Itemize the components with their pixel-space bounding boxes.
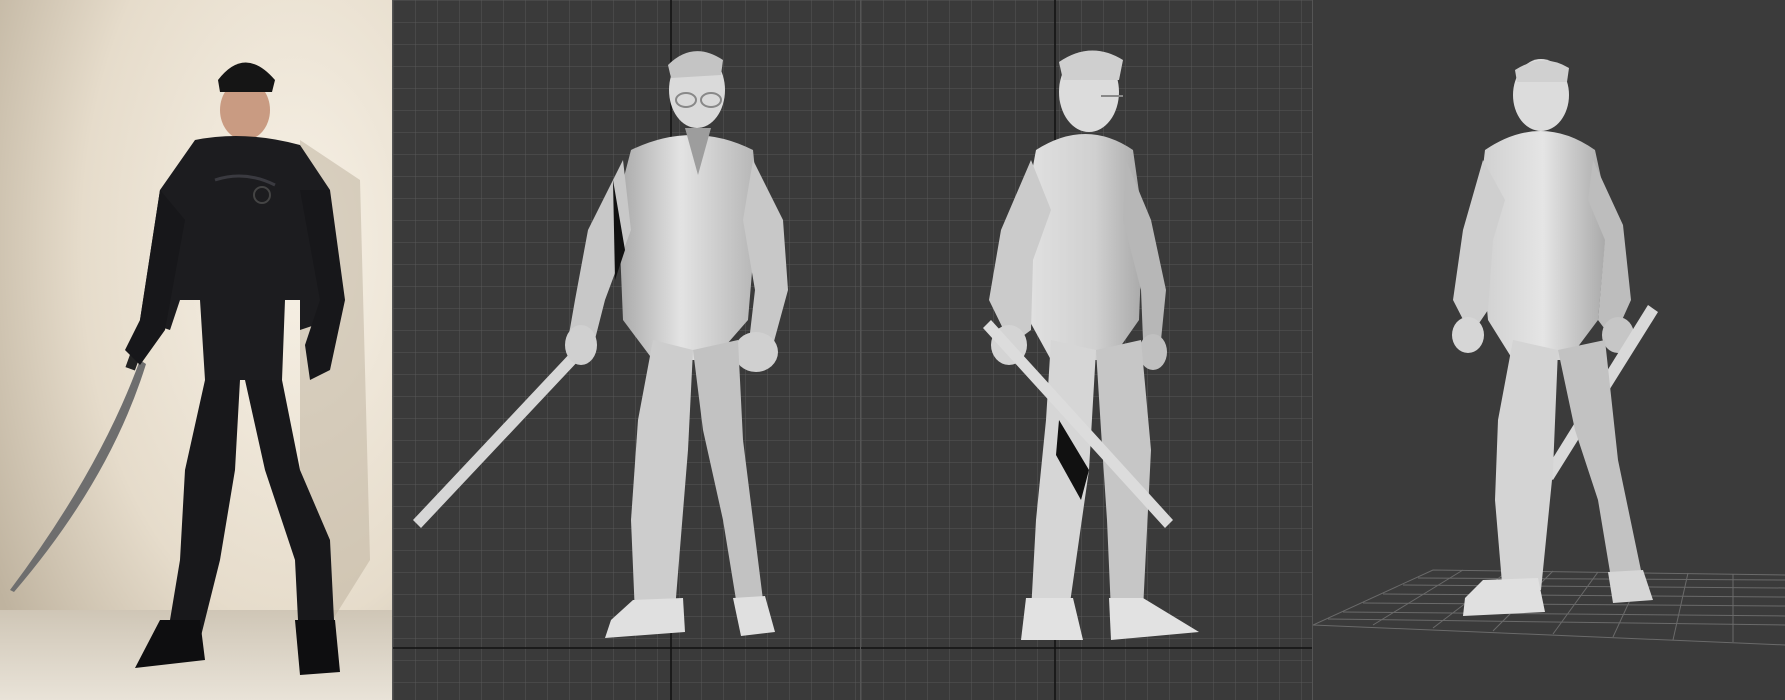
reference-photo-panel	[0, 0, 392, 700]
front-viewport[interactable]	[392, 0, 860, 700]
near-shoe	[1021, 598, 1083, 640]
modeling-reference-sheet	[0, 0, 1785, 700]
torso	[1023, 134, 1143, 360]
left-hand	[565, 325, 597, 365]
right-boot	[295, 620, 340, 675]
perspective-viewport-canvas[interactable]	[1313, 0, 1785, 700]
torso	[1478, 131, 1608, 360]
reference-photo	[0, 0, 392, 700]
side-viewport-canvas[interactable]	[861, 0, 1312, 700]
side-viewport[interactable]	[860, 0, 1312, 700]
right-hand	[734, 332, 778, 372]
torso	[618, 135, 758, 360]
perspective-viewport[interactable]	[1312, 0, 1785, 700]
front-viewport-canvas[interactable]	[393, 0, 860, 700]
viewport-grid	[393, 0, 860, 700]
left-hand	[1452, 317, 1484, 353]
